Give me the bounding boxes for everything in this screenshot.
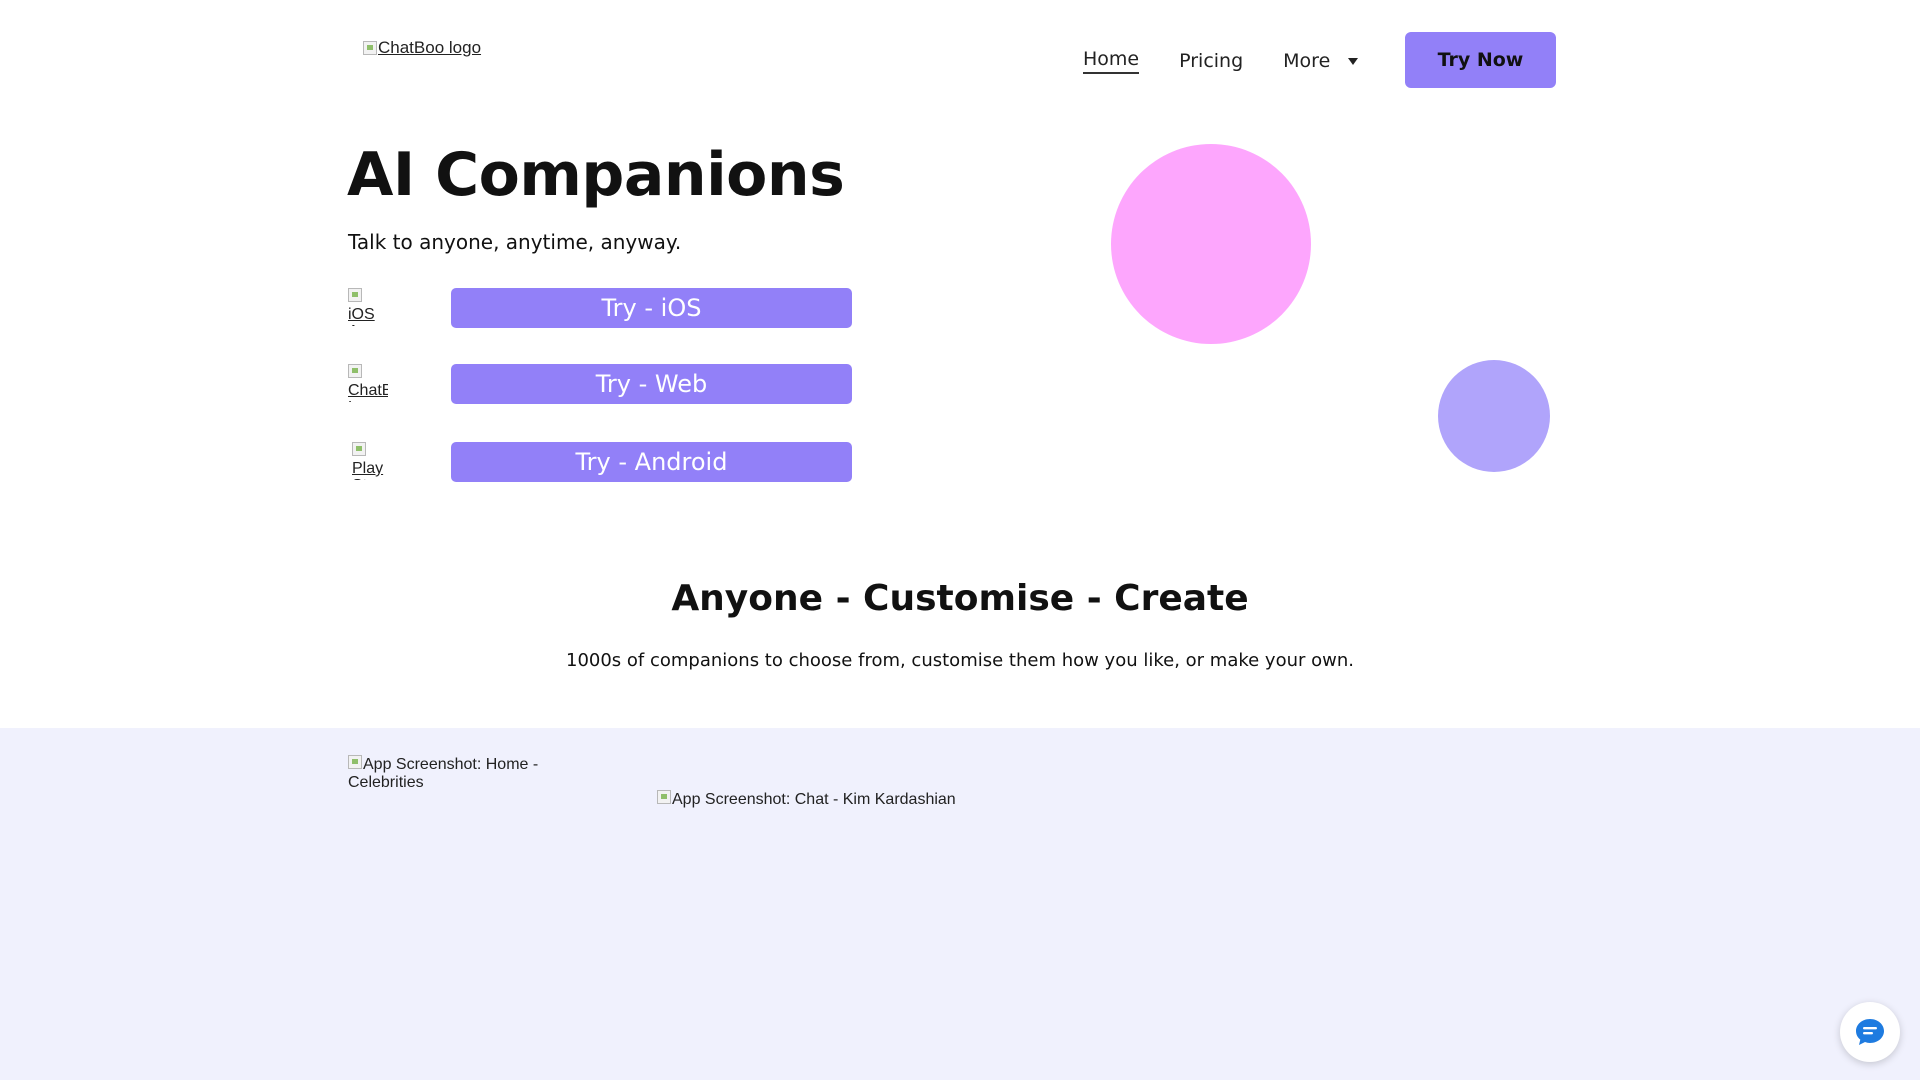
screenshot-chat-alt: App Screenshot: Chat - Kim Kardashian [672, 791, 956, 808]
logo-alt-text: ChatBoo logo [378, 38, 482, 57]
decorative-pink-circle [1111, 144, 1311, 344]
hero-title: AI Companions [347, 140, 845, 210]
broken-image-icon [657, 790, 671, 804]
try-now-button[interactable]: Try Now [1405, 32, 1556, 88]
section-subtitle: 1000s of companions to choose from, cust… [566, 650, 1354, 671]
chatboo-web-icon[interactable]: ChatBoo Logo [348, 364, 388, 402]
play-store-icon[interactable]: Play St [352, 442, 392, 480]
broken-image-icon [348, 755, 362, 769]
ios-icon-alt: iOS A [348, 306, 375, 326]
hero-subtitle: Talk to anyone, anytime, anyway. [348, 230, 682, 254]
screenshot-chat-kim: App Screenshot: Chat - Kim Kardashian [657, 790, 977, 809]
decorative-purple-circle [1438, 360, 1550, 472]
section-title: Anyone - Customise - Create [671, 578, 1249, 619]
chevron-down-icon [1348, 57, 1359, 65]
cta-row-android: Play St Try - Android [348, 442, 852, 484]
nav-more-label: More [1283, 50, 1331, 72]
broken-image-icon [363, 41, 377, 55]
web-icon-alt: ChatBoo Logo [348, 382, 388, 402]
chat-widget-button[interactable] [1840, 1002, 1900, 1062]
try-web-button[interactable]: Try - Web [451, 364, 852, 404]
site-header: ChatBoo logo Home Pricing More Try Now [0, 0, 1920, 120]
broken-image-icon [348, 288, 362, 302]
nav-pricing[interactable]: Pricing [1179, 50, 1243, 72]
screenshot-home-alt: App Screenshot: Home - Celebrities [348, 756, 539, 791]
broken-image-icon [352, 442, 366, 456]
main-nav: Home Pricing More [1083, 48, 1359, 74]
cta-row-web: ChatBoo Logo Try - Web [348, 364, 852, 406]
screenshot-home-celebrities: App Screenshot: Home - Celebrities [348, 755, 548, 792]
chat-bubble-icon [1856, 1019, 1884, 1045]
site-logo[interactable]: ChatBoo logo [363, 38, 481, 58]
nav-home[interactable]: Home [1083, 48, 1140, 74]
try-ios-button[interactable]: Try - iOS [451, 288, 852, 328]
android-icon-alt: Play St [352, 460, 384, 480]
try-android-button[interactable]: Try - Android [451, 442, 852, 482]
app-screenshots-band: App Screenshot: Home - Celebrities App S… [0, 728, 1920, 1080]
broken-image-icon [348, 364, 362, 378]
cta-row-ios: iOS A Try - iOS [348, 288, 852, 330]
nav-more-dropdown[interactable]: More [1283, 50, 1359, 72]
ios-app-store-icon[interactable]: iOS A [348, 288, 388, 326]
